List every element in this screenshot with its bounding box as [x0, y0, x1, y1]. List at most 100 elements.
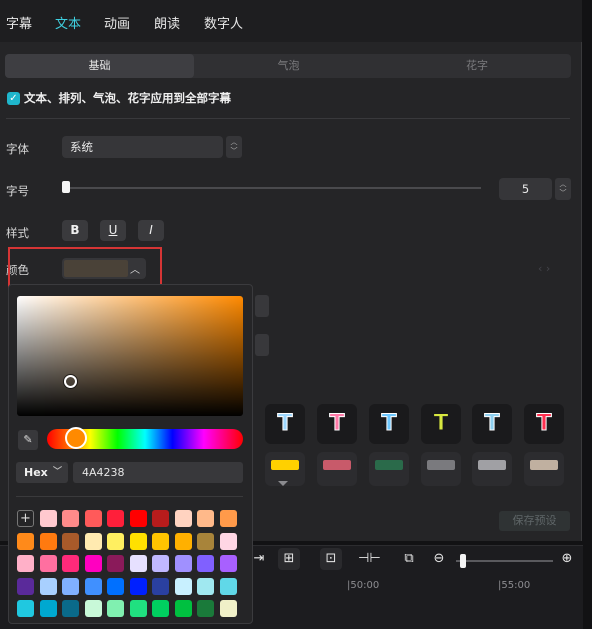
color-format-select[interactable]: Hex ﹀ [16, 462, 68, 483]
color-swatch[interactable] [152, 555, 169, 572]
color-swatch[interactable] [39, 555, 57, 572]
tab-read-aloud[interactable]: 朗读 [154, 13, 180, 32]
preset-style[interactable]: T [265, 404, 305, 444]
color-swatch[interactable] [84, 532, 102, 550]
zoom-slider-handle[interactable] [460, 554, 466, 568]
color-swatch[interactable] [62, 555, 79, 572]
size-slider-track[interactable] [66, 187, 481, 189]
preset-style[interactable]: T [317, 404, 357, 444]
color-swatch[interactable] [62, 510, 79, 527]
subtab-fancy-text[interactable]: 花字 [383, 54, 571, 78]
add-custom-color-button[interactable]: + [17, 510, 34, 527]
color-swatch[interactable] [39, 577, 57, 595]
apply-all-checkbox-row[interactable]: ✓ 文本、排列、气泡、花字应用到全部字幕 [7, 91, 231, 105]
color-swatch[interactable] [219, 555, 237, 572]
color-swatch[interactable] [174, 600, 192, 617]
tab-subtitle[interactable]: 字幕 [6, 13, 32, 32]
preset-style[interactable] [317, 452, 357, 486]
preset-style[interactable]: T [472, 404, 512, 444]
zoom-slider-track[interactable] [456, 560, 553, 562]
color-swatch[interactable] [197, 510, 214, 527]
save-preset-button[interactable]: 保存预设 [499, 511, 570, 531]
tab-digital-human[interactable]: 数字人 [204, 13, 243, 32]
color-swatch[interactable] [62, 577, 79, 595]
subtab-basic[interactable]: 基础 [5, 54, 194, 78]
split-icon[interactable]: ⊣⊢ [358, 548, 381, 570]
subtab-bubble[interactable]: 气泡 [194, 54, 383, 78]
size-label: 字号 [6, 184, 29, 198]
color-swatch[interactable] [39, 600, 57, 617]
preset-style[interactable] [472, 452, 512, 486]
color-swatch[interactable] [107, 555, 124, 572]
color-swatch[interactable] [107, 510, 124, 527]
color-swatch[interactable] [17, 532, 34, 550]
preset-style[interactable] [524, 452, 564, 486]
check-icon[interactable]: ✓ [7, 91, 20, 105]
saturation-value-handle[interactable] [64, 375, 77, 388]
color-swatch[interactable] [84, 510, 102, 527]
color-swatch[interactable] [84, 577, 102, 595]
tab-animation[interactable]: 动画 [104, 13, 130, 32]
color-swatch[interactable] [152, 577, 169, 595]
chevron-down-icon: ﹀ [230, 147, 238, 155]
color-swatch[interactable] [39, 532, 57, 550]
color-swatch[interactable] [197, 555, 214, 572]
eyedropper-icon[interactable]: ✎ [18, 430, 38, 450]
font-stepper[interactable]: ︿ ﹀ [226, 136, 242, 158]
color-swatch[interactable] [219, 532, 237, 550]
color-swatch[interactable] [129, 555, 147, 572]
size-stepper[interactable]: ︿ ﹀ [555, 178, 571, 200]
color-swatch[interactable] [62, 600, 79, 617]
hidden-stepper [255, 295, 269, 317]
color-swatch[interactable] [219, 600, 237, 617]
expand-presets-icon[interactable] [278, 481, 288, 486]
color-swatch[interactable] [17, 577, 34, 595]
color-swatch[interactable] [197, 600, 214, 617]
bold-button[interactable]: B [62, 220, 88, 241]
color-swatch[interactable] [219, 510, 237, 527]
color-swatch[interactable] [174, 577, 192, 595]
hex-input[interactable]: 4A4238 [73, 462, 243, 483]
preview-axis-icon[interactable]: ⧉ [398, 548, 420, 570]
underline-button[interactable]: U [100, 220, 126, 241]
color-swatch[interactable] [219, 577, 237, 595]
color-swatch[interactable] [152, 532, 169, 550]
tab-text[interactable]: 文本 [55, 13, 81, 32]
color-swatch[interactable] [17, 555, 34, 572]
preset-style[interactable] [421, 452, 461, 486]
color-swatch[interactable] [197, 577, 214, 595]
color-swatch[interactable] [129, 577, 147, 595]
divider [16, 496, 243, 497]
zoom-in-icon[interactable]: ⊕ [556, 548, 578, 570]
preset-style[interactable] [369, 452, 409, 486]
color-swatch[interactable] [84, 600, 102, 617]
color-swatch[interactable] [152, 510, 169, 527]
color-swatch[interactable] [39, 510, 57, 527]
color-swatch[interactable] [107, 532, 124, 550]
color-swatch[interactable] [62, 532, 79, 550]
color-swatch[interactable] [174, 532, 192, 550]
color-swatch[interactable] [107, 577, 124, 595]
size-input[interactable]: 5 [499, 178, 552, 200]
color-swatch[interactable] [174, 510, 192, 527]
color-swatch[interactable] [107, 600, 124, 617]
color-swatch[interactable] [197, 532, 214, 550]
size-slider-handle[interactable] [62, 181, 70, 193]
font-select[interactable]: 系统 [62, 136, 223, 158]
preset-style[interactable]: T [524, 404, 564, 444]
zoom-out-icon[interactable]: ⊖ [428, 548, 450, 570]
color-swatch[interactable] [129, 510, 147, 527]
preset-style[interactable]: T [421, 404, 461, 444]
link-icon[interactable]: ⊡ [320, 548, 342, 570]
hue-slider-handle[interactable] [65, 427, 87, 449]
color-swatch[interactable] [129, 532, 147, 550]
saturation-value-area[interactable] [17, 296, 243, 416]
color-swatch[interactable] [84, 555, 102, 572]
color-swatch[interactable] [129, 600, 147, 617]
auto-snap-icon[interactable]: ⊞ [278, 548, 300, 570]
italic-button[interactable]: I [138, 220, 164, 241]
color-swatch[interactable] [17, 600, 34, 617]
color-swatch[interactable] [152, 600, 169, 617]
preset-style[interactable]: T [369, 404, 409, 444]
color-swatch[interactable] [174, 555, 192, 572]
